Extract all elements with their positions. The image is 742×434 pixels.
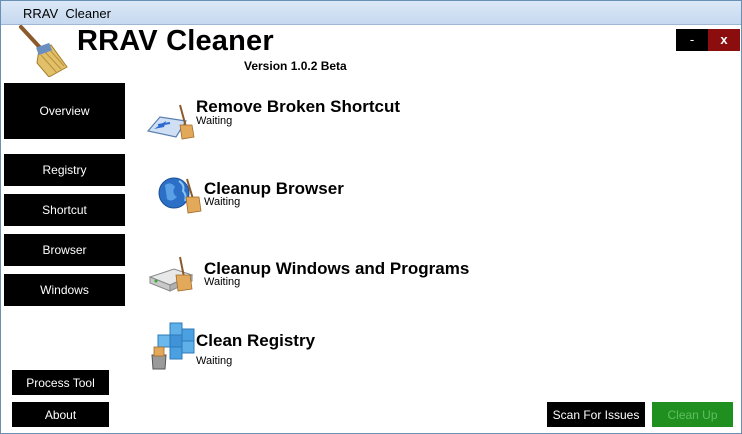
- task-status: Waiting: [196, 115, 233, 127]
- app-window: RRAV Cleaner RRAV Cleaner Version 1.0.2 …: [0, 0, 742, 434]
- window-title: RRAV Cleaner: [23, 6, 111, 21]
- nav-browser[interactable]: Browser: [4, 234, 125, 266]
- task-name: Remove Broken Shortcut: [196, 97, 401, 116]
- minimize-button[interactable]: -: [676, 29, 708, 51]
- drive-cleanup-icon: [148, 256, 194, 292]
- task-cleanup-browser: Cleanup Browser Waiting: [157, 173, 557, 219]
- task-status: Waiting: [196, 355, 233, 367]
- app-title: RRAV Cleaner: [77, 25, 274, 57]
- nav-shortcut[interactable]: Shortcut: [4, 194, 125, 226]
- task-cleanup-windows: Cleanup Windows and Programs Waiting: [146, 253, 566, 299]
- broken-shortcut-icon: [146, 104, 195, 140]
- task-name: Clean Registry: [196, 331, 316, 350]
- close-button[interactable]: x: [708, 29, 740, 51]
- task-remove-broken-shortcut: Remove Broken Shortcut Waiting: [146, 97, 546, 143]
- task-status: Waiting: [204, 276, 241, 288]
- process-tool-button[interactable]: Process Tool: [12, 370, 109, 395]
- about-button[interactable]: About: [12, 402, 109, 427]
- nav-overview[interactable]: Overview: [4, 83, 125, 139]
- task-status: Waiting: [204, 196, 241, 208]
- task-name: Cleanup Windows and Programs: [204, 259, 470, 278]
- clean-up-button[interactable]: Clean Up: [652, 402, 733, 427]
- scan-for-issues-button[interactable]: Scan For Issues: [547, 402, 645, 427]
- registry-cubes-icon: [151, 322, 195, 370]
- title-bar[interactable]: RRAV Cleaner: [1, 1, 741, 25]
- nav-windows[interactable]: Windows: [4, 274, 125, 306]
- browser-globe-icon: [158, 177, 202, 214]
- app-version: Version 1.0.2 Beta: [244, 59, 347, 73]
- broom-icon: [19, 25, 68, 77]
- task-clean-registry: Clean Registry Waiting: [146, 321, 546, 373]
- nav-registry[interactable]: Registry: [4, 154, 125, 186]
